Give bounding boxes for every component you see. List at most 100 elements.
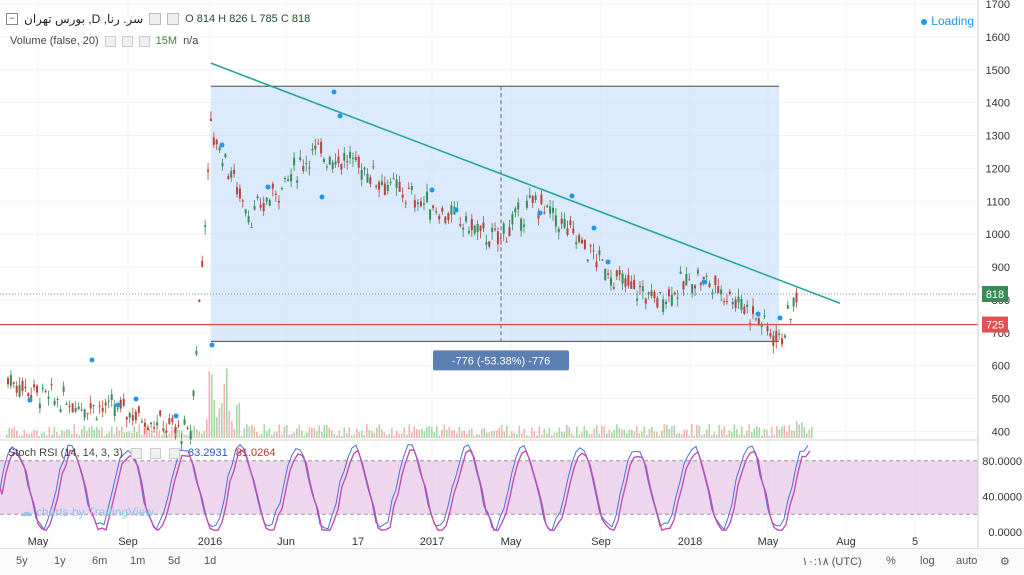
volume-bar bbox=[568, 427, 571, 438]
candle-body bbox=[749, 322, 752, 324]
candle-body bbox=[98, 405, 101, 407]
volume-bar bbox=[141, 435, 143, 438]
candle-body bbox=[479, 225, 482, 231]
candle-body bbox=[702, 276, 705, 280]
candle-body bbox=[754, 318, 757, 320]
eye-icon[interactable] bbox=[130, 447, 142, 459]
volume-bar bbox=[496, 430, 498, 438]
clock: ۱۰:۱۸ (UTC) bbox=[802, 556, 862, 568]
price-tick: 1000 bbox=[986, 229, 1010, 241]
chart-canvas[interactable]: -776 (-53.38%) -776 1700 1600 1500 1400 1300… bbox=[0, 0, 1024, 548]
volume-bar bbox=[333, 433, 336, 438]
candle-body bbox=[168, 418, 171, 424]
eye-icon[interactable] bbox=[149, 13, 162, 25]
candle-body bbox=[9, 375, 12, 386]
range-5d[interactable]: 5d bbox=[168, 555, 180, 567]
signal-marker bbox=[331, 89, 337, 95]
volume-bar bbox=[71, 434, 73, 438]
range-1d[interactable]: 1d bbox=[204, 555, 216, 567]
price-tick: 500 bbox=[992, 394, 1010, 406]
signal-marker bbox=[265, 184, 271, 190]
price-tick: 1100 bbox=[986, 196, 1010, 208]
tradingview-watermark[interactable]: ☁ charts by TradingView bbox=[20, 505, 154, 519]
volume-bar bbox=[138, 424, 141, 438]
candle-body bbox=[343, 152, 346, 161]
candle-body bbox=[113, 404, 116, 417]
candle-body bbox=[543, 212, 546, 214]
gear-icon[interactable]: ⚙ bbox=[1000, 555, 1010, 568]
volume-bar bbox=[593, 428, 596, 438]
range-6m[interactable]: 6m bbox=[92, 555, 107, 567]
candle-body bbox=[531, 196, 534, 204]
volume-bar bbox=[161, 435, 163, 438]
volume-bar bbox=[211, 374, 213, 438]
eye-icon[interactable] bbox=[104, 35, 116, 47]
candle-body bbox=[283, 177, 286, 179]
candle-body bbox=[499, 237, 502, 239]
volume-bar bbox=[711, 435, 713, 438]
volume-bar bbox=[228, 410, 231, 438]
candle-body bbox=[563, 218, 566, 228]
percent-toggle[interactable]: % bbox=[886, 555, 896, 567]
symbol-title: بورس تهران ,D ,سر. رنا bbox=[24, 12, 144, 26]
volume-bar bbox=[266, 431, 268, 438]
candle-body bbox=[691, 284, 694, 294]
volume-bar bbox=[98, 429, 101, 438]
settings-icon[interactable] bbox=[121, 35, 133, 47]
volume-bar bbox=[46, 435, 48, 438]
volume-bar bbox=[763, 428, 766, 438]
ohlc-values: O 814 H 826 L 785 C 818 bbox=[185, 13, 311, 25]
price-tick: 1400 bbox=[986, 98, 1010, 110]
close-icon[interactable] bbox=[138, 35, 150, 47]
range-5y[interactable]: 5y bbox=[16, 555, 28, 567]
candle-body bbox=[293, 157, 296, 166]
volume-bar bbox=[13, 426, 16, 438]
loading-indicator: Loading bbox=[921, 14, 974, 28]
volume-bar bbox=[411, 432, 413, 438]
volume-bar bbox=[768, 435, 771, 438]
collapse-icon[interactable]: − bbox=[6, 13, 18, 25]
candle-body bbox=[230, 170, 233, 178]
volume-bar bbox=[218, 408, 221, 438]
candle-body bbox=[177, 424, 180, 426]
candle-body bbox=[494, 228, 497, 230]
volume-bar bbox=[156, 427, 158, 438]
range-1y[interactable]: 1y bbox=[54, 555, 66, 567]
candle-body bbox=[656, 297, 659, 308]
volume-bar bbox=[536, 435, 538, 438]
volume-bar bbox=[31, 432, 33, 438]
signal-marker bbox=[89, 357, 95, 363]
volume-bar bbox=[651, 427, 653, 438]
candle-body bbox=[783, 335, 786, 338]
candle-body bbox=[375, 185, 378, 187]
auto-toggle[interactable]: auto bbox=[956, 555, 977, 567]
time-tick: 17 bbox=[352, 536, 364, 548]
volume-bar bbox=[688, 435, 691, 438]
log-toggle[interactable]: log bbox=[920, 555, 935, 567]
volume-bar bbox=[686, 429, 688, 438]
range-1m[interactable]: 1m bbox=[130, 555, 145, 567]
volume-bar bbox=[306, 432, 308, 438]
settings-icon[interactable] bbox=[149, 447, 161, 459]
volume-bar bbox=[573, 435, 576, 438]
volume-bar bbox=[538, 426, 541, 438]
volume-bar bbox=[136, 431, 138, 438]
volume-bar bbox=[116, 426, 118, 438]
volume-bar bbox=[246, 424, 248, 438]
stoch-d-value: 81.0264 bbox=[235, 447, 276, 459]
volume-bar bbox=[468, 429, 471, 438]
settings-icon[interactable] bbox=[167, 13, 180, 25]
volume-bar bbox=[811, 427, 813, 438]
candle-body bbox=[786, 305, 789, 309]
close-icon[interactable] bbox=[168, 447, 180, 459]
candle-body bbox=[372, 166, 375, 168]
candle-body bbox=[134, 411, 137, 421]
volume-bar bbox=[668, 428, 671, 438]
candle-body bbox=[201, 260, 204, 267]
candle-body bbox=[186, 427, 189, 430]
candle-body bbox=[159, 410, 162, 416]
candle-body bbox=[714, 275, 717, 286]
volume-bar bbox=[463, 430, 466, 438]
candle-body bbox=[575, 242, 578, 245]
signal-marker bbox=[115, 402, 121, 408]
